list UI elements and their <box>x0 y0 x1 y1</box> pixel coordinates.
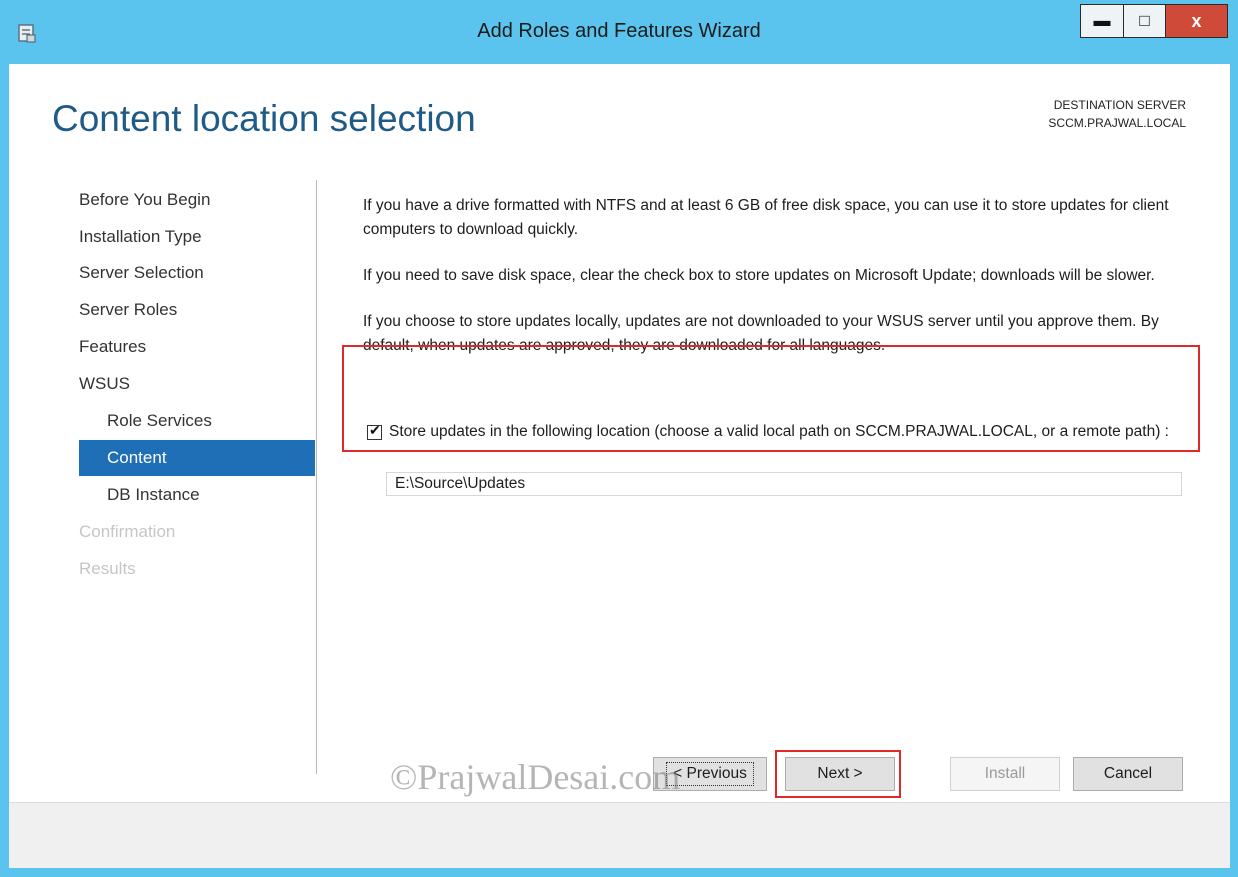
title-bar[interactable]: Add Roles and Features Wizard ▬ □ x <box>0 0 1238 62</box>
nav-item-wsus[interactable]: WSUS <box>79 366 130 402</box>
minimize-button[interactable]: ▬ <box>1080 4 1124 38</box>
cancel-button[interactable]: Cancel <box>1073 757 1183 791</box>
close-button[interactable]: x <box>1166 4 1228 38</box>
destination-label: DESTINATION SERVER <box>1053 98 1186 112</box>
minimize-icon: ▬ <box>1093 11 1111 30</box>
description-paragraph: If you need to save disk space, clear th… <box>363 267 1155 284</box>
destination-server-name: SCCM.PRAJWAL.LOCAL <box>1048 116 1186 130</box>
destination-server-info: DESTINATION SERVER SCCM.PRAJWAL.LOCAL <box>1048 96 1186 132</box>
wizard-window: Add Roles and Features Wizard ▬ □ x Cont… <box>0 0 1238 877</box>
wizard-footer <box>9 802 1230 876</box>
nav-item-before-you-begin[interactable]: Before You Begin <box>79 182 210 218</box>
nav-item-db-instance[interactable]: DB Instance <box>107 477 200 513</box>
nav-item-installation-type[interactable]: Installation Type <box>79 219 202 255</box>
window-bottom-border <box>0 868 1238 877</box>
nav-item-role-services[interactable]: Role Services <box>107 403 212 439</box>
nav-item-server-selection[interactable]: Server Selection <box>79 255 204 291</box>
page-title: Content location selection <box>52 98 476 139</box>
nav-item-server-roles[interactable]: Server Roles <box>79 292 177 328</box>
nav-item-content[interactable]: Content <box>79 440 315 476</box>
nav-item-results: Results <box>79 559 136 578</box>
annotation-highlight-checkbox <box>342 345 1200 452</box>
install-button: Install <box>950 757 1060 791</box>
nav-item-features[interactable]: Features <box>79 329 146 365</box>
update-location-input[interactable] <box>386 472 1182 496</box>
previous-button-label: < Previous <box>666 762 754 786</box>
maximize-button[interactable]: □ <box>1124 4 1166 38</box>
nav-item-confirmation: Confirmation <box>79 522 176 541</box>
annotation-highlight-next <box>775 750 901 798</box>
maximize-icon: □ <box>1139 11 1150 30</box>
window-title: Add Roles and Features Wizard <box>477 20 761 42</box>
nav-divider <box>316 180 317 774</box>
description-paragraph: If you have a drive formatted with NTFS … <box>363 197 1169 238</box>
close-icon: x <box>1191 11 1202 31</box>
previous-button[interactable]: < Previous <box>653 757 767 791</box>
